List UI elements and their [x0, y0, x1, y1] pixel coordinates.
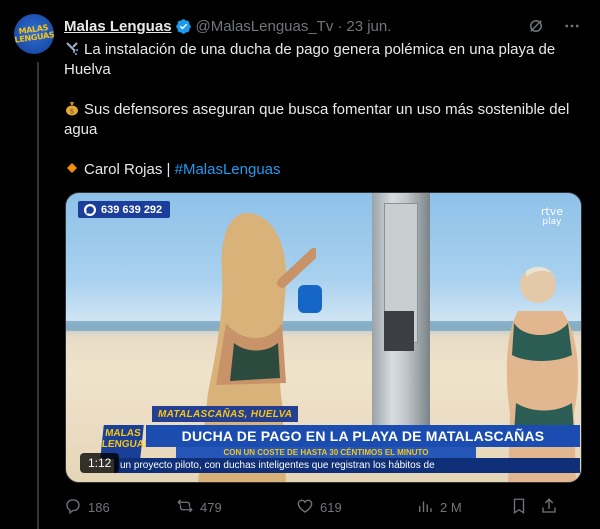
video-duration: 1:12 — [80, 453, 120, 473]
subheadline-caption: CON UN COSTE DE HASTA 30 CÉNTIMOS EL MIN… — [176, 447, 476, 458]
phone-number: 639 639 292 — [101, 203, 163, 216]
broadcaster-top: rtve — [540, 205, 563, 218]
headline-caption: DUCHA DE PAGO EN LA PLAYA DE MATALASCAÑA… — [146, 425, 580, 447]
whatsapp-icon — [84, 203, 96, 216]
repost-button[interactable]: 479 — [176, 497, 222, 518]
more-options-icon[interactable] — [562, 16, 582, 36]
tweet-paragraph-3: Carol Rojas | #MalasLenguas — [64, 160, 584, 180]
shower-icon — [64, 40, 80, 56]
author-handle[interactable]: @MalasLenguas_Tv — [196, 18, 334, 35]
microphone — [298, 285, 322, 313]
like-button[interactable]: 619 — [296, 497, 342, 518]
money-bag-icon: $ — [64, 100, 80, 116]
tweet-text: La instalación de una ducha de pago gene… — [64, 40, 584, 180]
reply-icon — [64, 497, 82, 518]
repost-icon — [176, 497, 194, 518]
reply-button[interactable]: 186 — [64, 497, 110, 518]
payment-box — [384, 311, 414, 351]
avatar-logo-text: MALAS LENGUAS — [14, 23, 54, 45]
svg-text:$: $ — [70, 108, 74, 116]
heart-icon — [296, 497, 314, 518]
tweet-line-1: La instalación de una ducha de pago gene… — [64, 41, 556, 78]
location-caption: MATALASCAÑAS, HUELVA — [152, 406, 299, 422]
bather-figure — [506, 266, 578, 482]
author-name[interactable]: Malas Lenguas — [64, 18, 172, 35]
phone-banner: 639 639 292 — [78, 201, 171, 218]
verified-badge-icon — [175, 18, 192, 35]
grok-icon[interactable] — [526, 16, 546, 36]
views-icon — [416, 497, 434, 518]
thread-line — [37, 62, 39, 529]
hashtag-link[interactable]: #MalasLenguas — [175, 161, 281, 178]
broadcaster-logo: rtve play — [540, 205, 563, 227]
share-icon — [540, 497, 558, 518]
tweet-header: Malas Lenguas @MalasLenguas_Tv · 23 jun. — [64, 16, 590, 36]
tweet-line-2: Sus defensores aseguran que busca foment… — [64, 101, 570, 138]
header-separator: · — [337, 17, 343, 35]
credit-text: Carol Rojas | — [84, 161, 171, 178]
avatar[interactable]: MALAS LENGUAS — [14, 14, 54, 54]
repost-count: 479 — [200, 499, 222, 515]
views-count: 2 M — [440, 499, 462, 515]
tweet-paragraph-2: $ Sus defensores aseguran que busca fome… — [64, 100, 584, 140]
reply-count: 186 — [88, 499, 110, 515]
share-button[interactable] — [540, 497, 558, 518]
video-player[interactable]: 639 639 292 rtve play MATALASCAÑAS, HUEL… — [65, 192, 582, 483]
tweet-actions: 186 479 619 2 M — [64, 497, 584, 517]
like-count: 619 — [320, 499, 342, 515]
bookmark-icon — [510, 497, 528, 518]
tweet-paragraph-1: La instalación de una ducha de pago gene… — [64, 40, 584, 80]
bookmark-button[interactable] — [510, 497, 528, 518]
broadcaster-bottom: play — [542, 217, 562, 227]
orange-diamond-icon — [64, 160, 80, 176]
tweet-date[interactable]: 23 jun. — [346, 18, 391, 35]
views-button[interactable]: 2 M — [416, 497, 462, 518]
news-crawl: un proyecto piloto, con duchas inteligen… — [114, 458, 580, 473]
